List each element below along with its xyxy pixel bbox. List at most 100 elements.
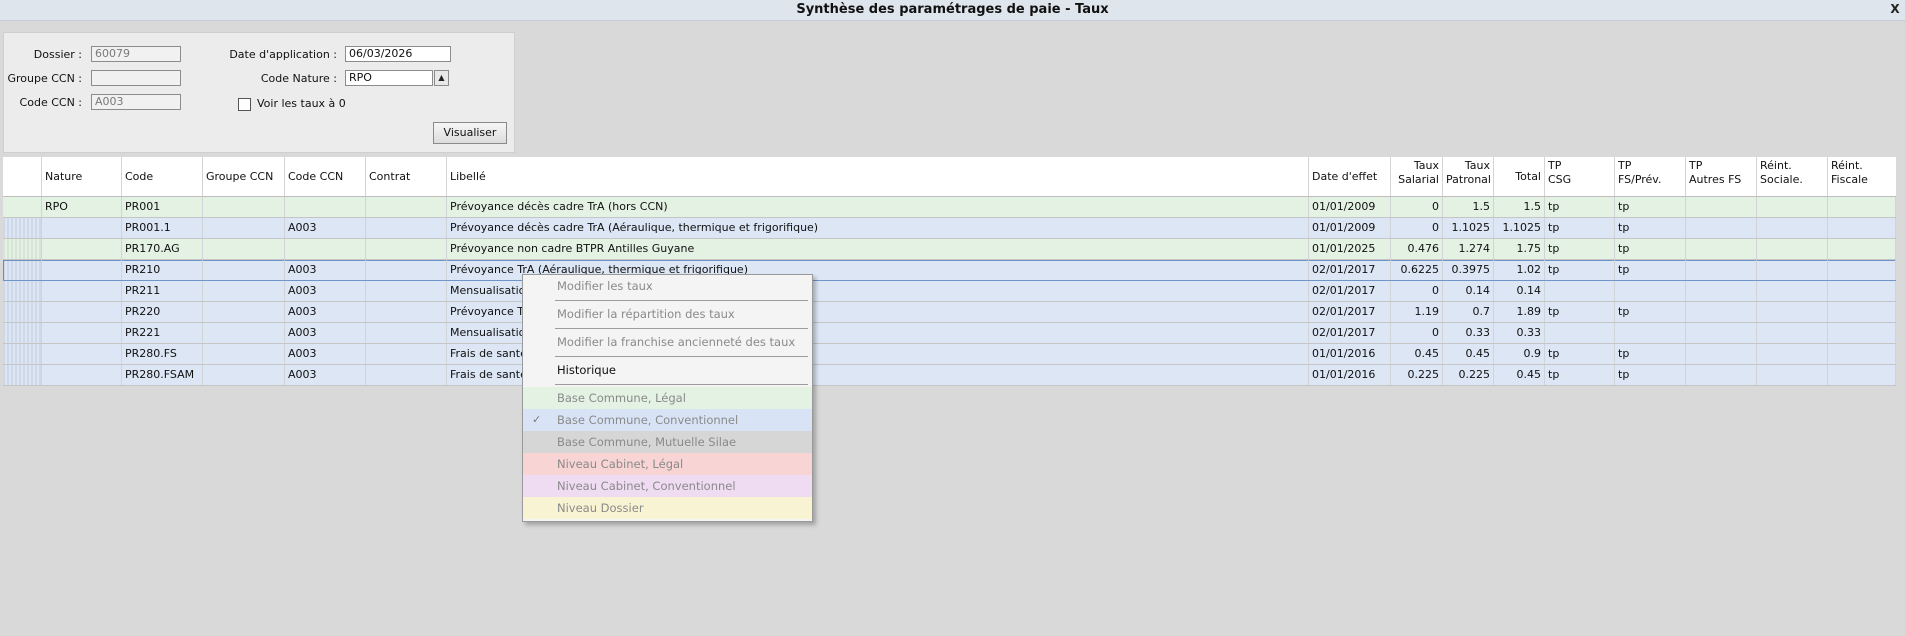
header-tp-autres-fs[interactable]: TP Autres FS <box>1686 157 1757 196</box>
header-code[interactable]: Code <box>122 157 203 196</box>
header-date-effet[interactable]: Date d'effet <box>1309 157 1391 196</box>
header-code-ccn[interactable]: Code CCN <box>285 157 366 196</box>
code-nature-dropdown-icon[interactable]: ▲ <box>434 70 449 86</box>
header-reint-fiscale[interactable]: Réint. Fiscale <box>1828 157 1896 196</box>
cell-nature <box>42 218 122 238</box>
menu-item-historique[interactable]: Historique <box>523 359 812 381</box>
cell-groupe-ccn <box>203 281 285 301</box>
cell-date-effet: 01/01/2009 <box>1309 218 1391 238</box>
close-icon[interactable]: X <box>1885 0 1905 19</box>
cell-reint-sociale <box>1757 197 1828 217</box>
cell-date-effet: 02/01/2017 <box>1309 281 1391 301</box>
header-groupe-ccn[interactable]: Groupe CCN <box>203 157 285 196</box>
filter-panel: Dossier : 60079 Groupe CCN : Code CCN : … <box>3 32 515 153</box>
header-tp-fs-prev[interactable]: TP FS/Prév. <box>1615 157 1686 196</box>
cell-groupe-ccn <box>203 302 285 322</box>
menu-item-modifier-repartition[interactable]: Modifier la répartition des taux <box>523 303 812 325</box>
header-nature[interactable]: Nature <box>42 157 122 196</box>
cell-reint-fiscale <box>1828 365 1896 385</box>
groupe-ccn-field[interactable] <box>91 70 181 86</box>
cell-tp-csg: tp <box>1545 197 1615 217</box>
cell-tp-fs-prev <box>1615 323 1686 343</box>
cell-tp-autres-fs <box>1686 218 1757 238</box>
cell-tp-autres-fs <box>1686 260 1757 280</box>
cell-taux-salarial: 0 <box>1391 323 1443 343</box>
cell-taux-salarial: 0 <box>1391 281 1443 301</box>
cell-code-ccn: A003 <box>285 218 366 238</box>
cell-taux-salarial: 0 <box>1391 197 1443 217</box>
cell-code: PR280.FSAM <box>122 365 203 385</box>
menu-separator <box>555 300 808 301</box>
header-reint-sociale[interactable]: Réint. Sociale. <box>1757 157 1828 196</box>
table-row[interactable]: PR221 A003 Mensualisation 02/01/2017 0 0.33 0.… <box>3 323 1896 344</box>
table-row[interactable]: PR211 A003 Mensualisation 02/01/2017 0 0.14 0.… <box>3 281 1896 302</box>
row-selector <box>3 281 42 301</box>
cell-groupe-ccn <box>203 197 285 217</box>
menu-item-base-commune-legal[interactable]: Base Commune, Légal <box>523 387 812 409</box>
date-application-field[interactable]: 06/03/2026 <box>345 46 451 62</box>
header-taux-salarial[interactable]: Taux Salarial <box>1391 157 1443 196</box>
table-row[interactable]: PR170.AG Prévoyance non cadre BTPR Antill… <box>3 239 1896 260</box>
header-reint-sociale-line2: Sociale. <box>1760 173 1803 186</box>
header-contrat[interactable]: Contrat <box>366 157 447 196</box>
header-libelle[interactable]: Libellé <box>447 157 1309 196</box>
dossier-label: Dossier : <box>33 48 82 61</box>
groupe-ccn-label: Groupe CCN : <box>7 72 82 85</box>
table-row[interactable]: PR210 A003 Prévoyance TrA (Aéraulique, the… <box>3 260 1896 281</box>
table-row[interactable]: PR001.1 A003 Prévoyance décès cadre TrA (A… <box>3 218 1896 239</box>
cell-code-ccn: A003 <box>285 365 366 385</box>
menu-item-cabinet-conventionnel[interactable]: Niveau Cabinet, Conventionnel <box>523 475 812 497</box>
cell-contrat <box>366 323 447 343</box>
check-icon: ✓ <box>532 413 542 426</box>
menu-item-cabinet-legal[interactable]: Niveau Cabinet, Légal <box>523 453 812 475</box>
cell-total: 0.45 <box>1494 365 1545 385</box>
cell-groupe-ccn <box>203 260 285 280</box>
table-row[interactable]: PR280.FSAM A003 Frais de santé 01/01/2016 0.… <box>3 365 1896 386</box>
header-total[interactable]: Total <box>1494 157 1545 196</box>
cell-code-ccn: A003 <box>285 344 366 364</box>
menu-item-modifier-franchise[interactable]: Modifier la franchise ancienneté des tau… <box>523 331 812 353</box>
header-taux-patronal[interactable]: Taux Patronal <box>1443 157 1494 196</box>
cell-groupe-ccn <box>203 218 285 238</box>
cell-tp-fs-prev <box>1615 281 1686 301</box>
cell-contrat <box>366 281 447 301</box>
window-title: Synthèse des paramétrages de paie - Taux <box>796 2 1109 17</box>
cell-tp-csg: tp <box>1545 260 1615 280</box>
dossier-field[interactable]: 60079 <box>91 46 181 62</box>
cell-nature: RPO <box>42 197 122 217</box>
cell-code-ccn <box>285 197 366 217</box>
header-tp-csg[interactable]: TP CSG <box>1545 157 1615 196</box>
row-selector <box>3 197 42 217</box>
cell-taux-patronal: 1.5 <box>1443 197 1494 217</box>
row-selector <box>3 302 42 322</box>
cell-date-effet: 01/01/2016 <box>1309 365 1391 385</box>
cell-contrat <box>366 344 447 364</box>
cell-tp-fs-prev: tp <box>1615 260 1686 280</box>
menu-separator <box>555 384 808 385</box>
menu-item-modifier-taux[interactable]: Modifier les taux <box>523 275 812 297</box>
visualiser-button[interactable]: Visualiser <box>433 122 507 144</box>
code-nature-field[interactable]: RPO <box>345 70 433 86</box>
cell-taux-patronal: 1.1025 <box>1443 218 1494 238</box>
cell-taux-patronal: 0.14 <box>1443 281 1494 301</box>
table-row[interactable]: PR280.FS A003 Frais de santé 01/01/2016 0.45… <box>3 344 1896 365</box>
cell-reint-sociale <box>1757 323 1828 343</box>
table-row[interactable]: PR220 A003 Prévoyance Tr 02/01/2017 1.19 0.7 1… <box>3 302 1896 323</box>
voir-taux-zero-checkbox[interactable] <box>238 98 251 111</box>
cell-tp-autres-fs <box>1686 344 1757 364</box>
cell-reint-fiscale <box>1828 218 1896 238</box>
cell-nature <box>42 323 122 343</box>
cell-tp-csg: tp <box>1545 302 1615 322</box>
header-selector <box>3 157 42 196</box>
menu-item-niveau-dossier[interactable]: Niveau Dossier <box>523 497 812 519</box>
cell-date-effet: 02/01/2017 <box>1309 302 1391 322</box>
menu-item-base-commune-mutuelle[interactable]: Base Commune, Mutuelle Silae <box>523 431 812 453</box>
cell-reint-sociale <box>1757 344 1828 364</box>
code-ccn-field[interactable]: A003 <box>91 94 181 110</box>
cell-contrat <box>366 197 447 217</box>
cell-tp-autres-fs <box>1686 281 1757 301</box>
code-nature-label: Code Nature : <box>260 72 337 85</box>
table-row[interactable]: RPO PR001 Prévoyance décès cadre TrA (hors… <box>3 197 1896 218</box>
cell-code: PR001 <box>122 197 203 217</box>
menu-item-base-commune-conventionnel[interactable]: ✓ Base Commune, Conventionnel <box>523 409 812 431</box>
